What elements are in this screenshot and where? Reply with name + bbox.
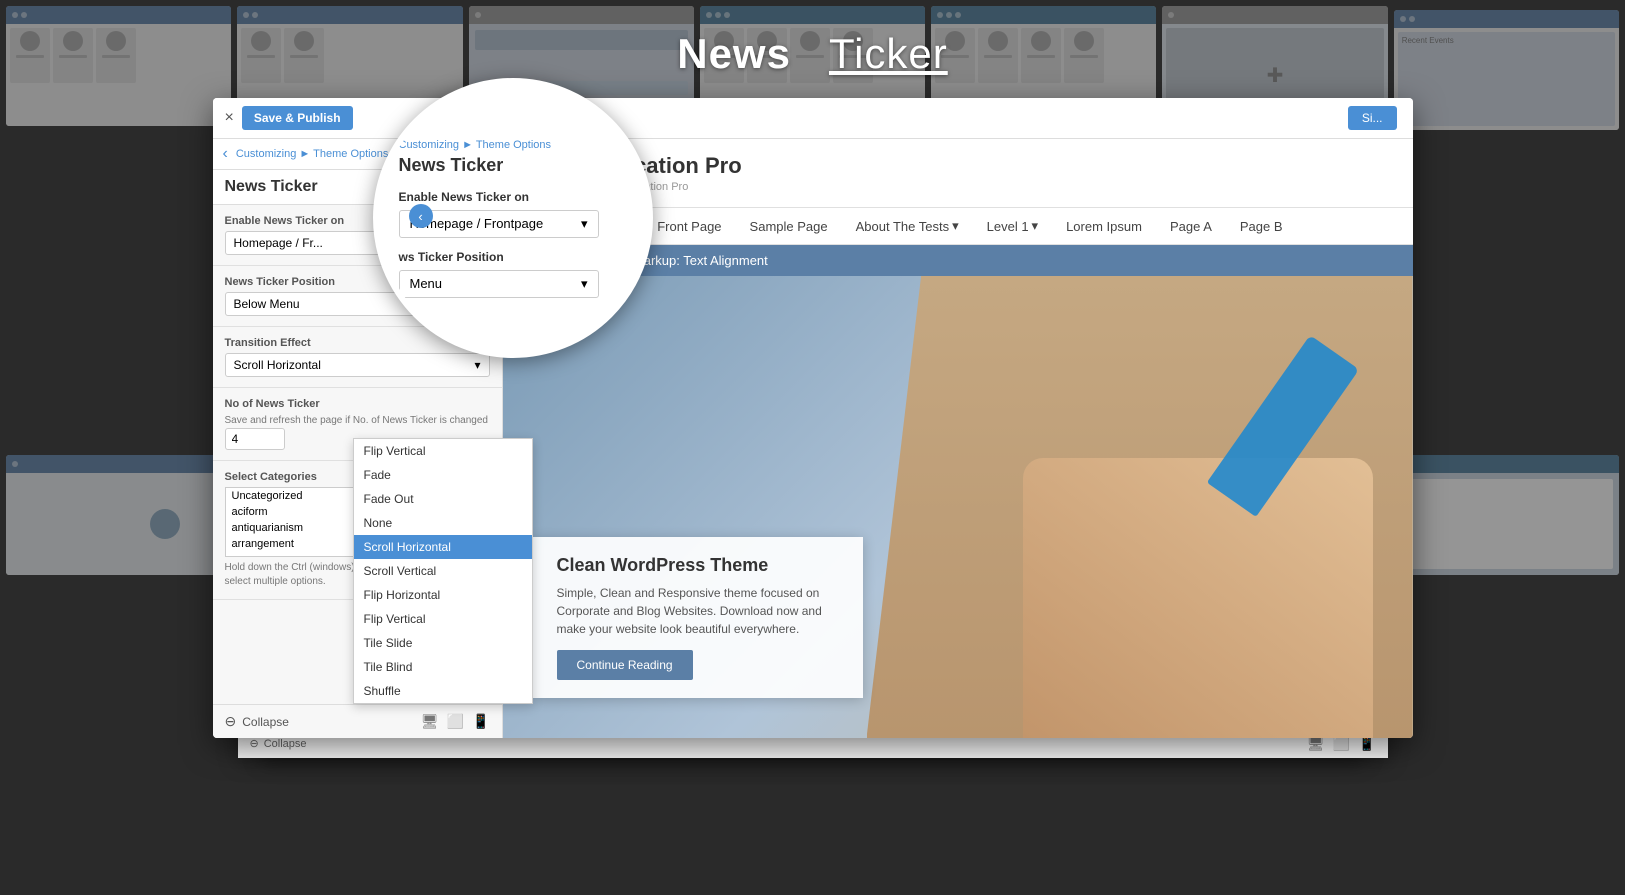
collapse-label[interactable]: Collapse xyxy=(242,715,289,729)
mag-title: News Ticker xyxy=(399,155,504,176)
hero-card: Clean WordPress Theme Simple, Clean and … xyxy=(533,537,863,698)
collapse-label-1: Collapse xyxy=(264,738,307,750)
back-button[interactable]: ‹ xyxy=(223,145,228,163)
site-tagline: Welcome to Clean Education Pro xyxy=(527,181,1389,193)
hero-section: Clean WordPress Theme Simple, Clean and … xyxy=(503,276,1413,738)
transition-arrow-icon: ▾ xyxy=(474,358,480,372)
transition-dropdown[interactable]: Scroll Horizontal ▾ xyxy=(225,353,490,377)
ticker-text: Markup: Text Alignment xyxy=(633,253,768,268)
mobile-icon[interactable]: 📱 xyxy=(472,713,489,730)
no-ticker-input[interactable] xyxy=(225,428,285,450)
mag-dropdown-arrow: ▾ xyxy=(581,216,588,232)
sidebar-footer: ⊖ Collapse 🖥 ⬜ 📱 xyxy=(213,704,502,738)
hero-image xyxy=(912,276,1413,738)
nav-breadcrumb: Customizing ► Theme Options xyxy=(236,148,389,160)
nav-level1[interactable]: Level 1 ▾ xyxy=(973,208,1052,244)
transition-dropdown-list: Flip Vertical Fade Fade Out None Scroll … xyxy=(353,438,533,704)
no-ticker-label: No of News Ticker xyxy=(225,398,490,410)
collapse-icon: ⊖ xyxy=(225,713,237,730)
title-underline: Ticker xyxy=(829,30,948,77)
transition-value: Scroll Horizontal xyxy=(234,358,321,372)
dropdown-option-none[interactable]: None xyxy=(354,511,532,535)
desktop-icon[interactable]: 🖥 xyxy=(421,713,439,730)
mag-back-button[interactable]: ‹ xyxy=(409,204,433,228)
hero-card-desc: Simple, Clean and Responsive theme focus… xyxy=(557,584,839,638)
title-bold: News xyxy=(677,30,791,77)
nav-about-tests[interactable]: About The Tests ▾ xyxy=(842,208,973,244)
site-title: Clean Education Pro xyxy=(527,153,1389,179)
dropdown-option-scroll-horizontal[interactable]: Scroll Horizontal xyxy=(354,535,532,559)
dropdown-option-flip-vertical[interactable]: Flip Vertical xyxy=(354,439,532,463)
dropdown-option-tile-blind[interactable]: Tile Blind xyxy=(354,655,532,679)
nav-lorem-ipsum[interactable]: Lorem Ipsum xyxy=(1052,209,1156,244)
nav-page-a[interactable]: Page A xyxy=(1156,209,1226,244)
page-title: News Ticker xyxy=(677,30,948,78)
dropdown-option-shuffle[interactable]: Shuffle xyxy=(354,679,532,703)
nav-page-b[interactable]: Page B xyxy=(1226,209,1297,244)
dropdown-option-fade-out[interactable]: Fade Out xyxy=(354,487,532,511)
mag-breadcrumb-text: Customizing ► xyxy=(399,139,476,151)
mag-pos-label: ws Ticker Position xyxy=(399,250,504,264)
nav-front-page[interactable]: Front Page xyxy=(643,209,735,244)
chevron-down-icon2: ▾ xyxy=(1032,218,1039,234)
chevron-down-icon: ▾ xyxy=(952,218,959,234)
dropdown-option-tile-slide[interactable]: Tile Slide xyxy=(354,631,532,655)
continue-reading-button[interactable]: Continue Reading xyxy=(557,650,693,680)
preview-action-button[interactable]: Si... xyxy=(1348,106,1397,130)
mag-pos-dropdown[interactable]: Menu ▾ xyxy=(399,270,599,298)
dropdown-option-fade[interactable]: Fade xyxy=(354,463,532,487)
main-content: News Ticker ⊖ Collapse 🖥 ⬜ 📱 ⊖ Collapse xyxy=(0,0,1625,895)
preview-topbar: × Si... xyxy=(503,98,1413,139)
dropdown-option-flip-vertical-2[interactable]: Flip Vertical xyxy=(354,607,532,631)
circular-magnifier: Customizing ► Theme Options News Ticker … xyxy=(373,78,653,358)
enable-ticker-value: Homepage / Fr... xyxy=(234,236,323,250)
mag-pos-arrow: ▾ xyxy=(581,276,588,292)
dropdown-option-scroll-vertical[interactable]: Scroll Vertical xyxy=(354,559,532,583)
ticker-pos-value: Below Menu xyxy=(234,297,300,311)
dropdown-option-flip-horizontal[interactable]: Flip Horizontal xyxy=(354,583,532,607)
mag-breadcrumb-link: Theme Options xyxy=(476,139,551,151)
mag-breadcrumb: Customizing ► Theme Options xyxy=(399,139,552,151)
cards-stack: ⊖ Collapse 🖥 ⬜ 📱 ⊖ Collapse 🖥 ⬜ 📱 xyxy=(213,98,1413,758)
nav-sample-page[interactable]: Sample Page xyxy=(736,209,842,244)
close-button[interactable]: × xyxy=(225,110,234,126)
hero-card-title: Clean WordPress Theme xyxy=(557,555,839,576)
no-ticker-desc: Save and refresh the page if No. of News… xyxy=(225,414,490,428)
tablet-icon[interactable]: ⬜ xyxy=(447,713,464,730)
save-publish-button[interactable]: Save & Publish xyxy=(242,106,353,130)
collapse-icon-1: ⊖ xyxy=(250,737,259,750)
mag-enable-label: Enable News Ticker on xyxy=(399,190,530,204)
mag-pos-value: Menu xyxy=(410,276,443,291)
